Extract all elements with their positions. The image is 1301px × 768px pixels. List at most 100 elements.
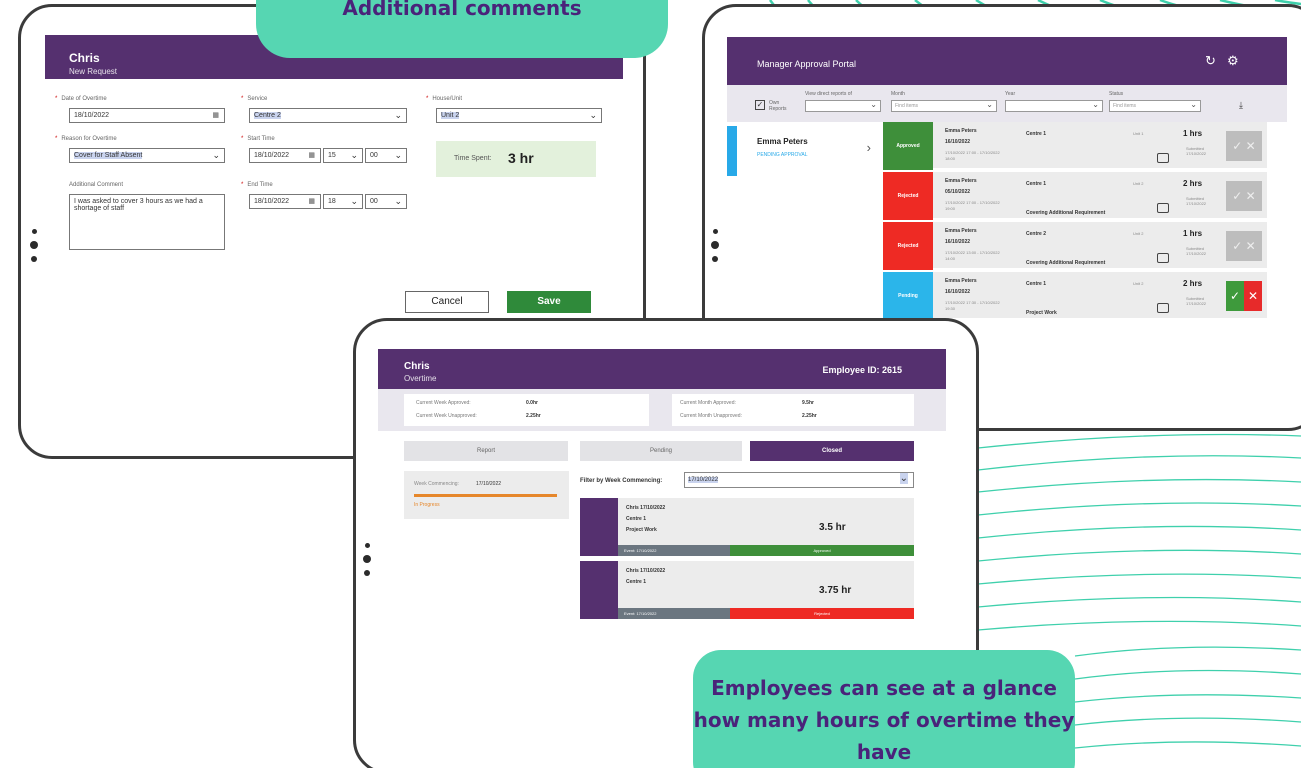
request-status: Approved — [883, 122, 933, 170]
calendar-icon[interactable]: ▦ — [212, 111, 219, 119]
overtime-header-text: Chris Overtime — [404, 361, 436, 383]
year-label: Year — [1005, 91, 1016, 97]
request-centre: Centre 2 — [1026, 231, 1047, 237]
entry-centre: Centre 1 — [626, 516, 647, 522]
gear-icon[interactable]: ⚙ — [1227, 53, 1239, 69]
reject-button[interactable]: ✕ — [1244, 281, 1262, 311]
end-date-field[interactable]: 18/10/2022 ▦ — [249, 194, 321, 209]
entry-accent — [580, 498, 618, 556]
month-summary-box: Current Month Approved: 9.5hr Current Mo… — [672, 394, 914, 426]
month-unapproved-label: Current Month Unapproved: — [680, 413, 742, 419]
date-of-overtime-field[interactable]: 18/10/2022 ▦ — [69, 108, 225, 123]
request-status: Pending — [883, 272, 933, 320]
request-row[interactable]: Pending Emma Peters 16/10/2022 17/10/2022 1… — [883, 272, 1267, 320]
request-centre: Centre 1 — [1026, 181, 1047, 187]
request-reason: Project Work — [1026, 310, 1057, 316]
chevron-down-icon: ⌄ — [1190, 100, 1197, 109]
own-reports-checkbox[interactable]: ✓ — [755, 100, 765, 110]
chevron-down-icon: ⌄ — [350, 150, 358, 160]
request-unit: Unit 2 — [1133, 231, 1144, 236]
tab-pending[interactable]: Pending — [580, 441, 742, 461]
form-subtitle: New Request — [69, 67, 118, 76]
request-unit: Unit 2 — [1133, 281, 1144, 286]
request-row[interactable]: Rejected Emma Peters 05/10/2022 17/10/2022 … — [883, 172, 1267, 220]
house-unit-dropdown[interactable]: Unit 2 ⌄ — [436, 108, 602, 123]
chevron-down-icon: ⌄ — [212, 150, 220, 160]
week-card[interactable]: Week Commencing: 17/10/2022 In Progress — [404, 471, 569, 519]
refresh-icon[interactable]: ↻ — [1205, 53, 1216, 69]
comment-icon[interactable] — [1157, 253, 1169, 263]
request-date: 16/10/2022 — [945, 239, 971, 245]
approve-button[interactable]: ✓ — [1226, 281, 1244, 311]
week-approved-value: 0.0hr — [526, 400, 538, 406]
tab-report[interactable]: Report — [404, 441, 568, 461]
house-label: * House/Unit — [426, 96, 463, 102]
download-icon[interactable]: ⤓ — [1239, 100, 1243, 111]
entry-hours: 3.5 hr — [819, 522, 846, 533]
request-unit: Unit 1 — [1133, 131, 1144, 136]
calendar-icon[interactable]: ▦ — [308, 151, 315, 159]
entry-event-date: Event: 17/10/2022 — [618, 545, 730, 556]
comment-icon[interactable] — [1157, 203, 1169, 213]
employee-card[interactable]: Emma Peters PENDING APPROVAL › — [727, 126, 879, 176]
request-times: 17/10/2022 13:00 - 17/10/2022 14:00 — [945, 250, 1000, 261]
comment-label: Additional Comment — [69, 182, 124, 188]
start-minute-dropdown[interactable]: 00 ⌄ — [365, 148, 407, 163]
service-dropdown[interactable]: Centre 2 ⌄ — [249, 108, 407, 123]
end-hour-dropdown[interactable]: 18 ⌄ — [323, 194, 363, 209]
request-date: 16/10/2022 — [945, 289, 971, 295]
form-header-text: Chris New Request — [69, 51, 117, 76]
overtime-entry-card[interactable]: Chris 17/10/2022 Centre 1 3.75 hr Event: 17… — [580, 561, 914, 619]
year-dropdown[interactable]: ⌄ — [1005, 100, 1103, 112]
comment-icon[interactable] — [1157, 303, 1169, 313]
save-button[interactable]: Save — [507, 291, 591, 313]
time-spent-label: Time Spent: — [454, 155, 492, 162]
month-unapproved-value: 2.25hr — [802, 413, 817, 419]
request-name: Emma Peters — [945, 128, 977, 134]
additional-comment-textarea[interactable]: I was asked to cover 3 hours as we had a… — [69, 194, 225, 250]
request-status: Rejected — [883, 172, 933, 220]
month-dropdown[interactable]: Find items ⌄ — [891, 100, 997, 112]
start-date-value: 18/10/2022 — [254, 152, 290, 159]
start-date-field[interactable]: 18/10/2022 ▦ — [249, 148, 321, 163]
reason-value: Cover for Staff Absent — [74, 152, 143, 159]
tablet-camera-dots — [363, 543, 371, 576]
request-hours: 1 hrs — [1183, 129, 1203, 138]
direct-reports-dropdown[interactable]: ⌄ — [805, 100, 881, 112]
end-minute-dropdown[interactable]: 00 ⌄ — [365, 194, 407, 209]
request-times: 17/10/2022 17:30 - 17/10/2022 19:30 — [945, 300, 1000, 311]
request-row[interactable]: Rejected Emma Peters 16/10/2022 17/10/2022 … — [883, 222, 1267, 270]
request-hours: 2 hrs — [1183, 179, 1203, 188]
chevron-down-icon: ⌄ — [394, 110, 402, 120]
request-centre: Centre 1 — [1026, 281, 1047, 287]
request-name: Emma Peters — [945, 228, 977, 234]
date-label: * Date of Overtime — [55, 96, 107, 102]
reason-dropdown[interactable]: Cover for Staff Absent ⌄ — [69, 148, 225, 163]
start-hour-value: 15 — [328, 152, 336, 159]
comment-text: I was asked to cover 3 hours as we had a… — [74, 198, 203, 212]
status-dropdown[interactable]: Find items ⌄ — [1109, 100, 1201, 112]
service-label: * Service — [241, 96, 268, 102]
filter-week-dropdown[interactable]: 17/10/2022 ⌄ — [684, 472, 914, 488]
request-times: 17/10/2022 17:00 - 17/10/2022 18:00 — [945, 150, 1000, 161]
month-label: Month — [891, 91, 905, 97]
chevron-down-icon: ⌄ — [899, 473, 908, 484]
request-submitted: Submitted 17/10/2022 — [1186, 196, 1207, 206]
week-commencing-label: Week Commencing: — [414, 481, 459, 487]
status-label: Status — [1109, 91, 1124, 97]
end-minute-value: 00 — [370, 198, 378, 205]
employee-status-bar — [727, 126, 737, 176]
entry-status: Rejected — [730, 608, 914, 619]
chevron-right-icon: › — [866, 140, 871, 155]
direct-reports-label: View direct reports of — [805, 91, 852, 97]
request-reason: Covering Additional Requirement — [1026, 210, 1106, 216]
start-hour-dropdown[interactable]: 15 ⌄ — [323, 148, 363, 163]
chevron-down-icon: ⌄ — [394, 150, 402, 160]
calendar-icon[interactable]: ▦ — [308, 197, 315, 205]
reason-label: * Reason for Overtime — [55, 136, 117, 142]
request-row[interactable]: Approved Emma Peters 16/10/2022 17/10/2022 … — [883, 122, 1267, 170]
comment-icon[interactable] — [1157, 153, 1169, 163]
tab-closed[interactable]: Closed — [750, 441, 914, 461]
cancel-button[interactable]: Cancel — [405, 291, 489, 313]
overtime-entry-card[interactable]: Chris 17/10/2022 Centre 1 Project Work 3.5 … — [580, 498, 914, 556]
